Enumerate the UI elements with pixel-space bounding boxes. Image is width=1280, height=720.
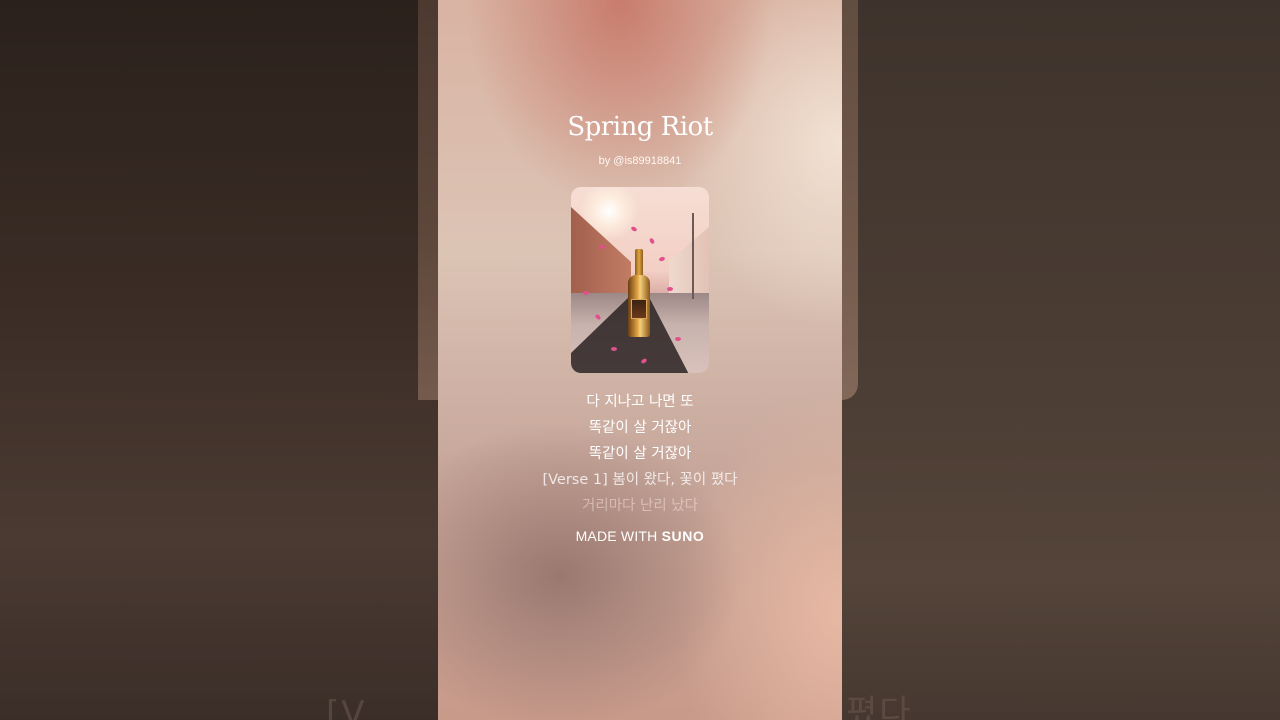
cover-street-lamp	[692, 213, 694, 299]
artist-handle: by @is89918841	[598, 155, 682, 167]
lyric-line: 똑같이 살 거잖아	[588, 446, 692, 462]
petal-icon	[648, 237, 656, 245]
suno-brand-logo: SUNO	[661, 528, 705, 544]
lyric-line: 다 지나고 나면 또	[586, 394, 694, 410]
made-with-suno-badge: MADE WITH SUNO	[438, 528, 842, 544]
background-street-right	[842, 0, 858, 400]
cover-building-right	[669, 227, 709, 303]
lyrics-list: 다 지나고 나면 또 똑같이 살 거잖아 똑같이 살 거잖아 [Verse 1]…	[438, 389, 842, 519]
lyric-line-upcoming: 거리마다 난리 났다	[582, 498, 698, 514]
petal-icon	[611, 347, 617, 351]
song-title: Spring Riot	[567, 112, 713, 142]
background-street-left	[418, 0, 438, 400]
made-with-label: MADE WITH	[575, 528, 658, 544]
petal-icon	[658, 256, 666, 262]
lyric-line: 똑같이 살 거잖아	[588, 420, 692, 436]
champagne-bottle-icon	[628, 249, 650, 337]
petal-icon	[583, 291, 589, 295]
blurred-background-right: 폈다	[842, 0, 1280, 720]
petal-icon	[667, 287, 673, 291]
lyrics-video-panel: Spring Riot by @is89918841 다 지나고 나면 또 똑같…	[438, 0, 842, 720]
petal-icon	[675, 337, 681, 341]
petal-icon	[630, 225, 638, 233]
background-ghost-lyric-right: 폈다	[846, 693, 913, 720]
lyric-line-current: [Verse 1] 봄이 왔다, 꽃이 폈다	[542, 472, 738, 488]
background-ghost-lyric-left: [V	[326, 694, 367, 720]
blurred-background-left: [V	[0, 0, 438, 720]
album-cover-image	[571, 187, 709, 373]
petal-icon	[599, 245, 605, 249]
